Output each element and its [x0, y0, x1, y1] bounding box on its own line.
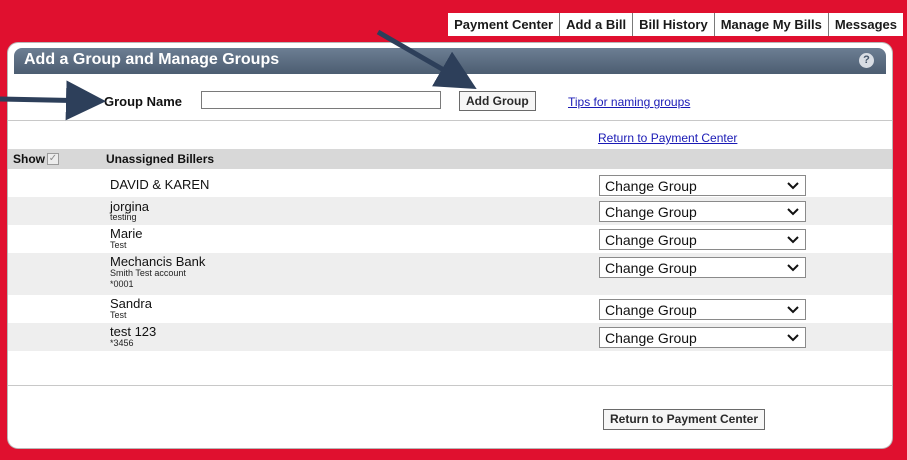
change-group-select[interactable]: Change Group: [599, 175, 806, 196]
biller-name: Marie: [110, 226, 143, 241]
panel-header: Add a Group and Manage Groups ?: [14, 48, 886, 74]
biller-detail: *0001: [110, 279, 134, 289]
list-title: Unassigned Billers: [106, 152, 215, 166]
tab-add-a-bill[interactable]: Add a Bill: [559, 13, 632, 36]
manage-groups-panel: Add a Group and Manage Groups ? Group Na…: [8, 43, 892, 448]
group-name-label: Group Name: [104, 94, 183, 109]
select-value: Change Group: [605, 232, 697, 248]
change-group-select[interactable]: Change Group: [599, 229, 806, 250]
biller-name: DAVID & KAREN: [110, 177, 210, 192]
group-name-row: Group Name Add Group Tips for naming gro…: [8, 91, 892, 111]
list-item: test 123 *3456 Change Group: [8, 323, 892, 351]
biller-name: Sandra: [110, 296, 152, 311]
biller-detail: testing: [110, 212, 137, 222]
help-icon[interactable]: ?: [859, 53, 874, 68]
tab-manage-my-bills[interactable]: Manage My Bills: [713, 13, 828, 36]
tab-messages[interactable]: Messages: [827, 13, 903, 36]
list-item: jorgina testing Change Group: [8, 197, 892, 225]
show-checkbox[interactable]: ✓: [47, 153, 59, 165]
biller-detail: Smith Test account: [110, 268, 186, 278]
select-value: Change Group: [605, 260, 697, 276]
tab-bill-history[interactable]: Bill History: [632, 13, 714, 36]
chevron-down-icon: [787, 233, 799, 249]
select-value: Change Group: [605, 302, 697, 318]
list-item: Sandra Test Change Group: [8, 295, 892, 323]
change-group-select[interactable]: Change Group: [599, 201, 806, 222]
group-name-input[interactable]: [201, 91, 441, 109]
biller-detail: *3456: [110, 338, 134, 348]
divider: [8, 385, 892, 386]
select-value: Change Group: [605, 204, 697, 220]
tips-link[interactable]: Tips for naming groups: [568, 95, 690, 109]
divider: [8, 120, 892, 121]
return-to-payment-center-link[interactable]: Return to Payment Center: [598, 131, 737, 145]
chevron-down-icon: [787, 261, 799, 277]
show-label: Show: [13, 152, 45, 166]
list-item: DAVID & KAREN Change Group: [8, 171, 892, 197]
tab-payment-center[interactable]: Payment Center: [448, 13, 559, 36]
select-value: Change Group: [605, 178, 697, 194]
return-to-payment-center-button[interactable]: Return to Payment Center: [603, 409, 766, 430]
change-group-select[interactable]: Change Group: [599, 299, 806, 320]
biller-detail: Test: [110, 310, 127, 320]
add-group-button[interactable]: Add Group: [459, 91, 536, 111]
list-header: Show ✓ Unassigned Billers: [8, 149, 892, 169]
chevron-down-icon: [787, 331, 799, 347]
list-item: Marie Test Change Group: [8, 225, 892, 253]
select-value: Change Group: [605, 330, 697, 346]
change-group-select[interactable]: Change Group: [599, 257, 806, 278]
panel-title: Add a Group and Manage Groups: [24, 51, 280, 68]
biller-detail: Test: [110, 240, 127, 250]
biller-name: test 123: [110, 324, 157, 339]
chevron-down-icon: [787, 303, 799, 319]
chevron-down-icon: [787, 205, 799, 221]
top-nav: Payment Center Add a Bill Bill History M…: [448, 13, 903, 36]
chevron-down-icon: [787, 179, 799, 195]
list-item: Mechancis Bank Smith Test account *0001 …: [8, 253, 892, 295]
biller-name: Mechancis Bank: [110, 254, 206, 269]
change-group-select[interactable]: Change Group: [599, 327, 806, 348]
